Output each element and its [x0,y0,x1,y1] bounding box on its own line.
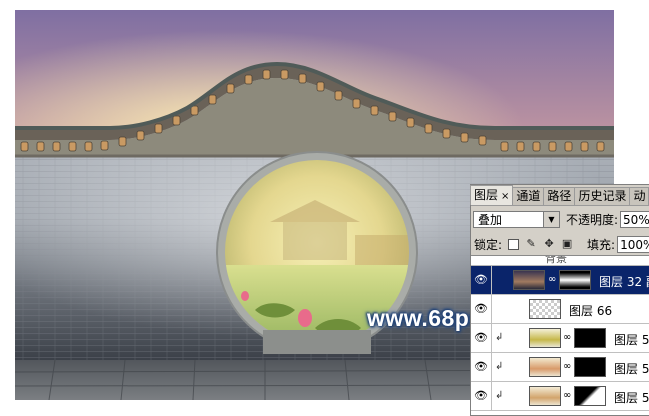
lock-all-icon[interactable]: ▣ [561,238,573,250]
layer-row[interactable]: 👁 ↲ ∞ 图层 5 [471,353,649,382]
tab-actions-label: 动 [633,189,646,203]
eye-cell: 👁 [471,295,492,323]
layer-mask-thumbnail [574,357,606,377]
tab-paths-label: 路径 [547,189,572,203]
eye-icon[interactable]: 👁 [474,303,488,315]
fill-input[interactable]: 100% [617,235,649,253]
tab-paths[interactable]: 路径 [543,187,576,205]
layer-name: 图层 5 [614,333,649,347]
tab-actions[interactable]: 动 [629,187,649,205]
chain-link-icon[interactable]: ∞ [563,332,571,343]
chain-link-icon[interactable]: ∞ [563,361,571,372]
lock-brush-icon[interactable]: ✎ [525,238,537,250]
clip-arrow-icon: ↲ [495,332,504,343]
lock-label: 锁定: [474,237,503,252]
clip-arrow-icon: ↲ [495,361,504,372]
layer-thumbnail [529,357,561,377]
opacity-label: 不透明度: [566,212,619,227]
tab-channels-label: 通道 [516,189,541,203]
eye-icon[interactable]: 👁 [474,390,488,402]
group-name: 背景 [545,256,567,265]
layer-mask-thumbnail [574,386,606,406]
eye-icon[interactable]: 👁 [474,332,488,344]
layer-name: 图层 5 [614,362,649,376]
layer-mask-thumbnail [574,328,606,348]
layer-row[interactable]: 👁 ∞ 图层 32 副本 [471,266,649,295]
layer-row[interactable]: 👁 图层 66 [471,295,649,324]
layer-row[interactable]: 👁 ↲ ∞ 图层 5 [471,382,649,411]
lock-move-icon[interactable]: ✥ [543,238,555,250]
eye-icon[interactable]: 👁 [474,274,488,286]
opacity-input[interactable]: 50% [620,210,649,228]
blend-mode-select[interactable]: 叠加 ▼ [473,210,560,228]
layer-name: 图层 66 [569,304,613,318]
tab-layers-label: 图层 [474,188,499,202]
chain-link-icon[interactable]: ∞ [563,390,571,401]
layer-group-row[interactable]: 背景 [471,256,649,266]
eye-cell: 👁 [471,382,492,410]
layer-thumbnail [529,299,561,319]
fill-label: 填充: [587,237,616,252]
layers-list: 背景 👁 ∞ 图层 32 副本 👁 图层 66 👁 ↲ ∞ 图层 5 👁 ↲ ∞ [471,255,649,415]
clip-arrow-icon: ↲ [495,390,504,401]
layer-name: 图层 32 副本 [599,275,649,289]
tab-channels[interactable]: 通道 [512,187,545,205]
blend-mode-value: 叠加 [478,212,503,227]
panel-tabs: 图层 × 通道 路径 历史记录 动 [470,185,649,206]
close-icon[interactable]: × [501,191,509,202]
dropdown-arrow-icon[interactable]: ▼ [543,211,559,227]
layer-row[interactable]: 👁 ↲ ∞ 图层 5 [471,324,649,353]
eye-icon[interactable]: 👁 [474,361,488,373]
lock-transparent-icon[interactable] [508,238,520,250]
blend-opacity-row: 叠加 ▼ 不透明度: 50% [473,209,649,229]
eye-cell: 👁 [471,266,492,294]
layer-name: 图层 5 [614,391,649,405]
layer-mask-thumbnail [559,270,591,290]
layer-thumbnail [529,386,561,406]
layer-thumbnail [529,328,561,348]
tab-layers[interactable]: 图层 × [470,185,514,205]
eye-cell: 👁 [471,353,492,381]
lock-fill-row: 锁定: ✎ ✥ ▣ 填充: 100% [474,235,649,253]
tab-history-label: 历史记录 [578,189,627,203]
tab-history[interactable]: 历史记录 [574,187,631,205]
layer-thumbnail [513,270,545,290]
chain-link-icon[interactable]: ∞ [548,274,556,285]
layers-panel: 图层 × 通道 路径 历史记录 动 叠加 ▼ 不透明度: 50% 锁定: ✎ ✥ … [470,184,649,416]
eye-cell: 👁 [471,324,492,352]
